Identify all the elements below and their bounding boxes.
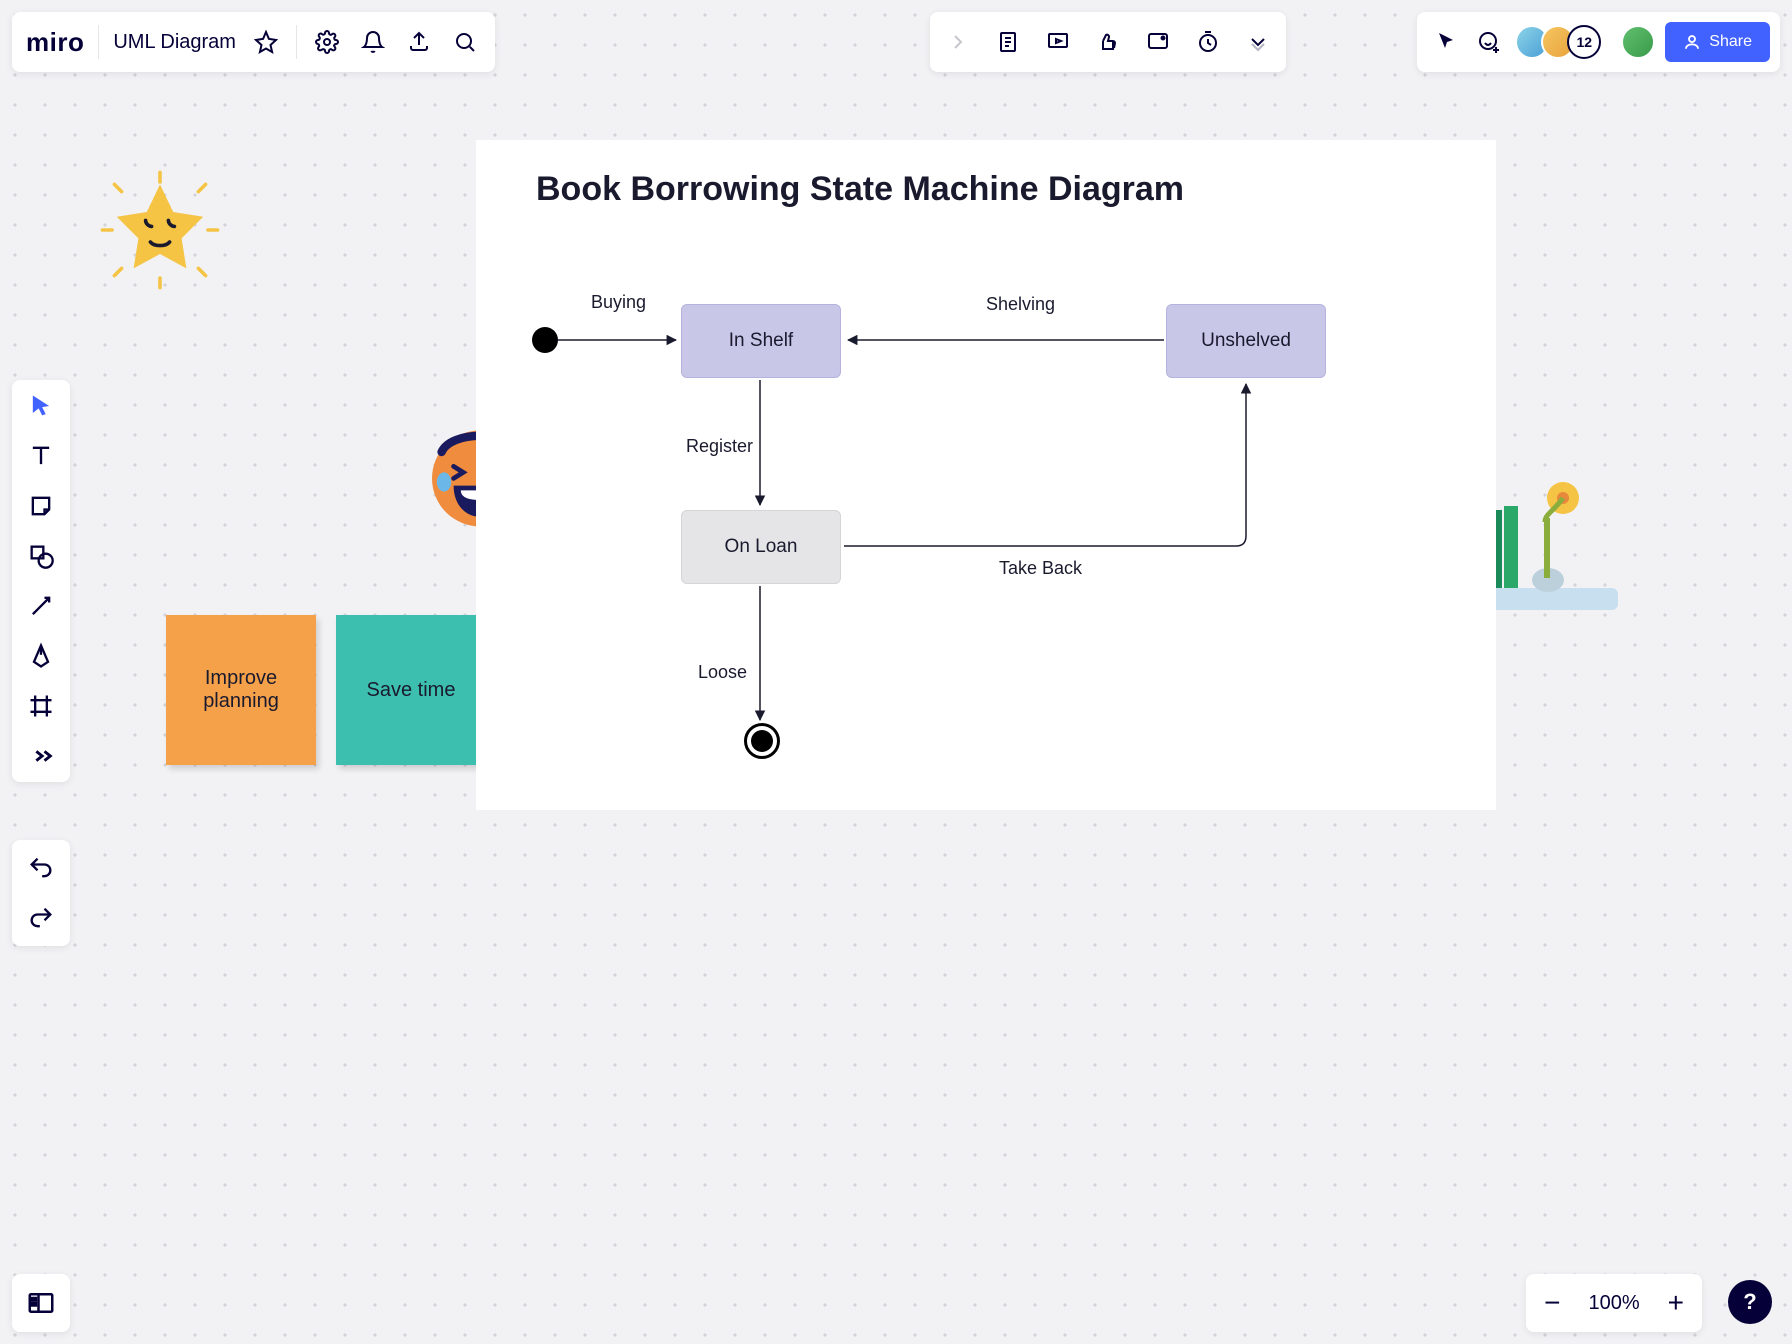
reactions-icon[interactable] (1473, 26, 1505, 58)
share-button[interactable]: Share (1665, 22, 1770, 62)
panel-toggle-button[interactable] (12, 1274, 70, 1332)
frame-tool[interactable] (27, 692, 55, 720)
zoom-level[interactable]: 100% (1588, 1292, 1639, 1315)
bell-icon[interactable] (357, 26, 389, 58)
cursor-tracking-icon[interactable] (1431, 26, 1463, 58)
notes-icon[interactable] (992, 26, 1024, 58)
more-tools[interactable] (27, 742, 55, 770)
transition-shelving[interactable]: Shelving (986, 294, 1055, 315)
share-label: Share (1709, 33, 1752, 51)
sticky-note-orange[interactable]: Improve planning (166, 615, 316, 765)
search-icon[interactable] (449, 26, 481, 58)
vote-icon[interactable] (1092, 26, 1124, 58)
sticky-tool[interactable] (27, 492, 55, 520)
sticky-note-teal[interactable]: Save time (336, 615, 486, 765)
state-in-shelf[interactable]: In Shelf (681, 304, 841, 378)
transition-take-back[interactable]: Take Back (999, 558, 1082, 579)
export-icon[interactable] (403, 26, 435, 58)
initial-state-node[interactable] (532, 327, 558, 353)
zoom-controls: − 100% + (1526, 1274, 1702, 1332)
chevron-right-icon[interactable] (942, 26, 974, 58)
separator (296, 25, 297, 59)
diagram-frame[interactable]: Book Borrowing State Machine Diagram In … (476, 140, 1496, 810)
star-icon[interactable] (250, 26, 282, 58)
state-on-loan[interactable]: On Loan (681, 510, 841, 584)
connector-tool[interactable] (27, 592, 55, 620)
topbar-apps (930, 12, 1286, 72)
settings-icon[interactable] (311, 26, 343, 58)
more-apps-icon[interactable] (1242, 26, 1274, 58)
text-tool[interactable] (27, 442, 55, 470)
final-state-node[interactable] (744, 723, 780, 759)
state-unshelved[interactable]: Unshelved (1166, 304, 1326, 378)
help-button[interactable]: ? (1728, 1280, 1772, 1324)
shape-tool[interactable] (27, 542, 55, 570)
star-sticker[interactable] (100, 170, 220, 290)
topbar-right: 12 Share (1417, 12, 1780, 72)
miro-logo[interactable]: miro (26, 27, 84, 58)
transition-register[interactable]: Register (686, 436, 753, 457)
zoom-out-button[interactable]: − (1544, 1289, 1560, 1317)
select-tool[interactable] (27, 392, 55, 420)
avatar-overflow-count[interactable]: 12 (1567, 25, 1601, 59)
separator (98, 25, 99, 59)
undo-redo-panel (12, 840, 70, 946)
undo-button[interactable] (27, 854, 55, 882)
redo-button[interactable] (27, 904, 55, 932)
diagram-title[interactable]: Book Borrowing State Machine Diagram (536, 170, 1184, 209)
timer-icon[interactable] (1192, 26, 1224, 58)
board-title[interactable]: UML Diagram (113, 31, 236, 54)
current-user-avatar[interactable] (1621, 25, 1655, 59)
collaborator-avatars[interactable]: 12 (1515, 25, 1601, 59)
pen-tool[interactable] (27, 642, 55, 670)
present-icon[interactable] (1042, 26, 1074, 58)
left-toolbar (12, 380, 70, 782)
transition-buying[interactable]: Buying (591, 292, 646, 313)
zoom-in-button[interactable]: + (1668, 1289, 1684, 1317)
topbar-left: miro UML Diagram (12, 12, 495, 72)
comment-icon[interactable] (1142, 26, 1174, 58)
transition-loose[interactable]: Loose (698, 662, 747, 683)
